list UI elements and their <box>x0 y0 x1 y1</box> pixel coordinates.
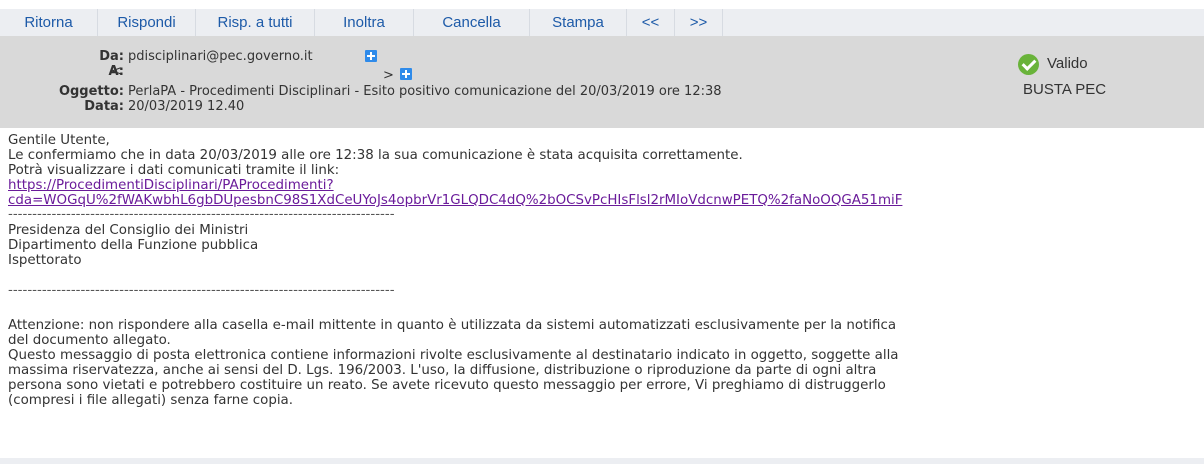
toolbar: Ritorna Rispondi Risp. a tutti Inoltra C… <box>0 0 1204 36</box>
add-contact-icon[interactable] <box>365 50 377 62</box>
to-close-bracket: > <box>383 68 394 83</box>
date-label: Data: <box>84 99 124 114</box>
confidentiality-line: persona sono vietati e potrebbero costit… <box>8 378 886 393</box>
message-header: Da: pdisciplinari@pec.governo.it A: < > … <box>0 36 1204 128</box>
to-open-bracket: < <box>111 64 122 79</box>
confidentiality-line: (compresi i file allegati) senza farne c… <box>8 393 293 408</box>
from-value[interactable]: pdisciplinari@pec.governo.it <box>128 50 313 64</box>
reply-all-button[interactable]: Risp. a tutti <box>196 9 315 36</box>
previous-message-button[interactable]: << <box>627 9 675 36</box>
procedure-link[interactable]: https://ProcedimentiDisciplinari/PAProce… <box>8 179 334 193</box>
confidentiality-line: massima riservatezza, anche ai sensi del… <box>8 363 877 378</box>
print-button[interactable]: Stampa <box>530 9 627 36</box>
date-value: 20/03/2019 12.40 <box>128 99 245 114</box>
delete-button[interactable]: Cancella <box>414 9 530 36</box>
from-label: Da: <box>99 49 124 64</box>
organization-line: Presidenza del Consiglio dei Ministri <box>8 223 249 238</box>
body-line: Le confermiamo che in data 20/03/2019 al… <box>8 148 743 163</box>
toolbar-filler <box>723 9 1204 36</box>
to-label: A: <box>108 64 124 79</box>
reply-button[interactable]: Rispondi <box>98 9 196 36</box>
confidentiality-line: Questo messaggio di posta elettronica co… <box>8 348 899 363</box>
organization-line: Ispettorato <box>8 253 82 268</box>
warning-line: Attenzione: non rispondere alla casella … <box>8 318 897 333</box>
subject-value: PerlaPA - Procedimenti Disciplinari - Es… <box>128 84 722 99</box>
body-line: Potrà visualizzare i dati comunicati tra… <box>8 163 340 178</box>
organization-line: Dipartimento della Funzione pubblica <box>8 238 259 253</box>
add-contact-icon[interactable] <box>400 68 412 80</box>
separator: ----------------------------------------… <box>8 207 395 222</box>
separator: ----------------------------------------… <box>8 283 395 298</box>
warning-line: del documento allegato. <box>8 333 171 348</box>
procedure-link[interactable]: cda=WOGqU%2fWAKwbhL6gbDUpesbnC98S1XdCeUY… <box>8 194 902 208</box>
next-message-button[interactable]: >> <box>675 9 723 36</box>
bottom-toolbar-edge <box>0 458 1204 464</box>
forward-button[interactable]: Inoltra <box>315 9 414 36</box>
check-circle-icon <box>1018 54 1039 75</box>
return-button[interactable]: Ritorna <box>0 9 98 36</box>
greeting: Gentile Utente, <box>8 133 110 148</box>
signature-status: Valido <box>1047 55 1088 72</box>
envelope-type: BUSTA PEC <box>1023 81 1107 98</box>
subject-label: Oggetto: <box>58 84 124 99</box>
